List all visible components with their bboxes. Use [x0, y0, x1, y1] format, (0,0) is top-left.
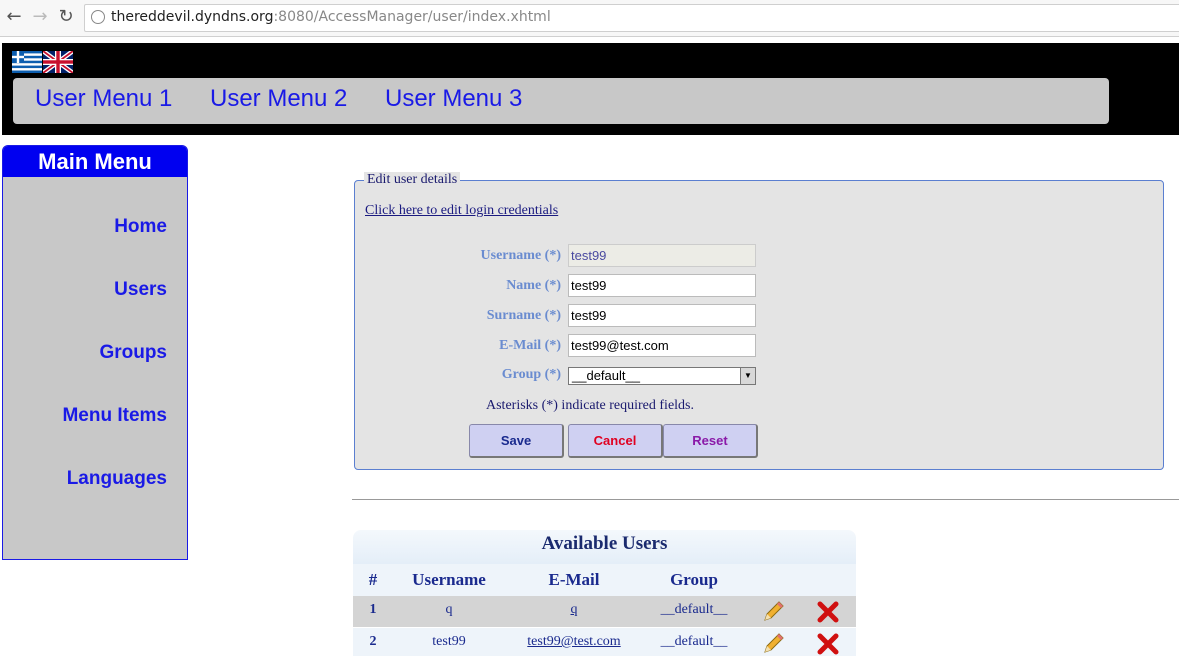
column-header-num: # [368, 570, 378, 589]
row-email-link[interactable]: test99@test.com [509, 634, 639, 650]
group-select-value: __default__ [572, 368, 640, 383]
save-button[interactable]: Save [469, 424, 564, 458]
name-field[interactable]: test99 [568, 274, 756, 297]
url-host: thereddevil.dyndns.org [111, 9, 274, 25]
required-note: Asterisks (*) indicate required fields. [486, 398, 694, 413]
url-text: thereddevil.dyndns.org:8080/AccessManage… [111, 9, 551, 25]
username-field: test99 [568, 244, 756, 267]
site-header: User Menu 1 User Menu 2 User Menu 3 [2, 43, 1179, 135]
edit-icon[interactable] [761, 632, 785, 656]
name-label: Name (*) [506, 278, 561, 293]
uk-flag-icon[interactable] [43, 51, 73, 73]
column-header-username: Username [412, 570, 486, 589]
reset-button[interactable]: Reset [663, 424, 758, 458]
sidebar-item-groups[interactable]: Groups [99, 342, 167, 364]
edit-icon[interactable] [761, 600, 785, 624]
main-menu-title: Main Menu [3, 146, 187, 177]
edit-user-fieldset: Edit user details Click here to edit log… [354, 172, 1164, 470]
greek-flag-icon[interactable] [12, 51, 42, 73]
main-menu-sidebar: Main Menu Home Users Groups Menu Items L… [2, 145, 188, 560]
email-label: E-Mail (*) [499, 338, 561, 353]
users-table-title: Available Users [353, 530, 856, 564]
delete-icon[interactable] [816, 632, 840, 656]
row-num: 1 [369, 602, 377, 617]
surname-field[interactable]: test99 [568, 304, 756, 327]
forward-icon[interactable]: → [30, 6, 50, 28]
horizontal-divider [352, 499, 1179, 500]
table-row: 2 test99 test99@test.com __default__ [353, 628, 856, 656]
row-username: q [445, 602, 453, 617]
row-username: test99 [432, 634, 466, 649]
table-row: 1 q q __default__ [353, 596, 856, 627]
sidebar-item-menu-items[interactable]: Menu Items [62, 405, 167, 427]
column-header-email: E-Mail [548, 570, 600, 589]
sidebar-item-home[interactable]: Home [114, 216, 167, 238]
group-select[interactable]: __default__ ▼ [568, 367, 756, 385]
globe-icon [91, 10, 105, 24]
reload-icon[interactable]: ↻ [56, 6, 76, 28]
surname-label: Surname (*) [486, 308, 561, 323]
chevron-down-icon[interactable]: ▼ [740, 368, 755, 384]
top-menu: User Menu 1 User Menu 2 User Menu 3 [13, 78, 1109, 124]
back-icon[interactable]: ← [4, 6, 24, 28]
fieldset-legend: Edit user details [364, 172, 461, 188]
sidebar-item-languages[interactable]: Languages [67, 468, 167, 490]
delete-icon[interactable] [816, 600, 840, 624]
column-header-group: Group [670, 570, 718, 589]
username-label: Username (*) [480, 248, 561, 263]
row-num: 2 [369, 634, 377, 649]
top-menu-item-1[interactable]: User Menu 1 [35, 85, 172, 113]
sidebar-item-users[interactable]: Users [114, 279, 167, 301]
browser-toolbar: ← → ↻ thereddevil.dyndns.org:8080/Access… [0, 0, 1179, 37]
table-header: # Username E-Mail Group [353, 564, 856, 596]
cancel-button[interactable]: Cancel [568, 424, 663, 458]
email-field[interactable]: test99@test.com [568, 334, 756, 357]
users-table: Available Users # Username E-Mail Group … [353, 530, 856, 656]
row-group: __default__ [660, 634, 728, 649]
url-path: :8080/AccessManager/user/index.xhtml [273, 9, 551, 25]
top-menu-item-3[interactable]: User Menu 3 [385, 85, 522, 113]
top-menu-item-2[interactable]: User Menu 2 [210, 85, 347, 113]
row-group: __default__ [660, 602, 728, 617]
group-label: Group (*) [501, 367, 561, 382]
edit-credentials-link[interactable]: Click here to edit login credentials [365, 203, 558, 219]
address-bar[interactable]: thereddevil.dyndns.org:8080/AccessManage… [84, 4, 1179, 32]
row-email-link[interactable]: q [519, 602, 629, 618]
